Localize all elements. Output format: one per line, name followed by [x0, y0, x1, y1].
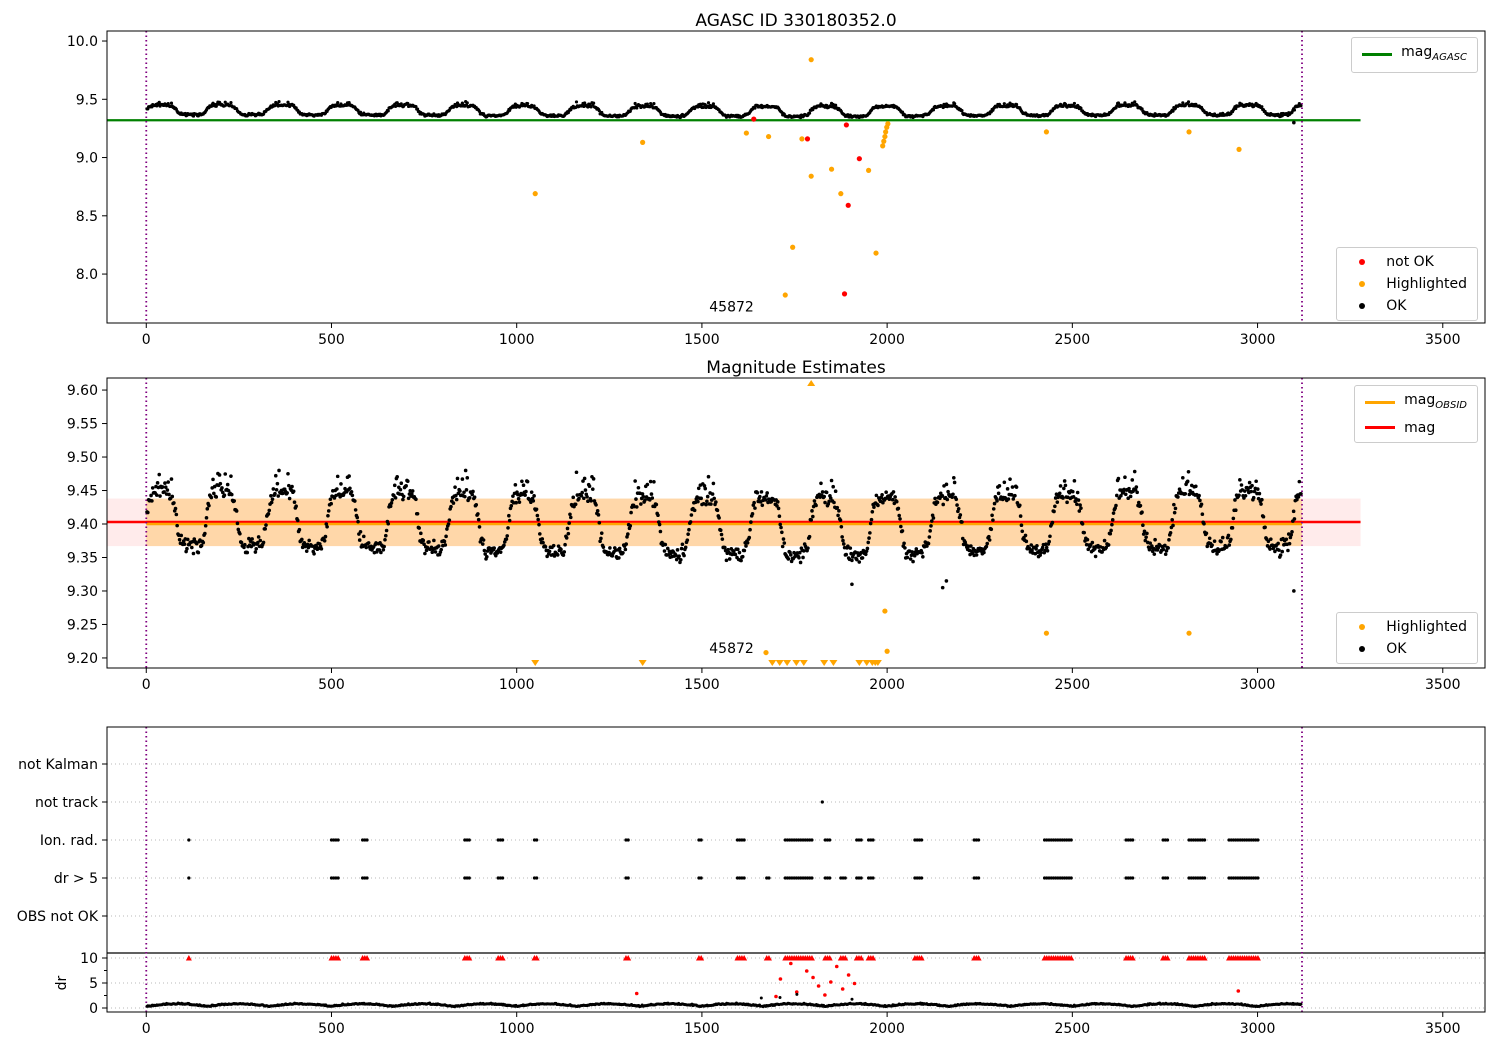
- svg-text:0: 0: [142, 1021, 151, 1037]
- legend-item-ok: OK: [1347, 297, 1467, 315]
- svg-text:9.5: 9.5: [76, 92, 98, 108]
- svg-text:2000: 2000: [869, 332, 905, 348]
- svg-text:9.25: 9.25: [67, 617, 98, 633]
- svg-text:9.30: 9.30: [67, 584, 98, 600]
- svg-text:500: 500: [318, 677, 345, 693]
- legend-item-highlighted: Highlighted: [1347, 618, 1467, 636]
- svg-text:2000: 2000: [869, 677, 905, 693]
- legend-label: OK: [1386, 641, 1407, 657]
- svg-text:1000: 1000: [499, 677, 535, 693]
- legend-label: Highlighted: [1386, 276, 1467, 292]
- legend-label: magAGASC: [1401, 44, 1467, 63]
- top-plot-title: AGASC ID 330180352.0: [695, 11, 897, 31]
- legend-label: magOBSID: [1404, 392, 1467, 411]
- legend-line-swatch-icon: [1362, 53, 1393, 57]
- svg-text:9.60: 9.60: [67, 383, 98, 399]
- svg-text:2500: 2500: [1055, 1021, 1091, 1037]
- legend-mid-lines: magOBSID mag: [1354, 385, 1478, 443]
- legend-dot-swatch-icon: [1347, 624, 1377, 630]
- legend-label: OK: [1386, 298, 1407, 314]
- svg-text:3000: 3000: [1240, 332, 1276, 348]
- legend-dot-swatch-icon: [1347, 646, 1377, 652]
- svg-text:5: 5: [89, 976, 98, 992]
- legend-item-ok: OK: [1347, 640, 1467, 658]
- svg-text:0: 0: [89, 1001, 98, 1017]
- legend-top-status: not OK Highlighted OK: [1336, 247, 1478, 321]
- legend-item-not-ok: not OK: [1347, 253, 1467, 271]
- legend-item-mag-agasc: magAGASC: [1362, 43, 1467, 67]
- legend-label: Highlighted: [1386, 619, 1467, 635]
- svg-text:1000: 1000: [499, 1021, 535, 1037]
- figure-agasc-magnitude-report: 45872 0 500 1000 1500 2000 2500 3000 3500 8.0 8.5 9…: [0, 0, 1500, 1050]
- legend-label: not OK: [1386, 254, 1434, 270]
- svg-text:9.35: 9.35: [67, 550, 98, 566]
- svg-text:1500: 1500: [684, 1021, 720, 1037]
- svg-text:OBS not OK: OBS not OK: [17, 909, 99, 925]
- legend-item-highlighted: Highlighted: [1347, 275, 1467, 293]
- svg-text:3500: 3500: [1425, 1021, 1461, 1037]
- svg-text:9.40: 9.40: [67, 517, 98, 533]
- svg-text:9.45: 9.45: [67, 484, 98, 500]
- svg-text:1000: 1000: [499, 332, 535, 348]
- svg-text:3500: 3500: [1425, 332, 1461, 348]
- svg-text:dr: dr: [54, 975, 70, 990]
- svg-text:not track: not track: [35, 795, 99, 811]
- svg-text:8.5: 8.5: [76, 209, 98, 225]
- svg-text:0: 0: [142, 677, 151, 693]
- legend-dot-swatch-icon: [1347, 281, 1377, 287]
- svg-text:10: 10: [80, 951, 98, 967]
- svg-text:2500: 2500: [1055, 332, 1091, 348]
- svg-text:9.20: 9.20: [67, 651, 98, 667]
- svg-text:Ion. rad.: Ion. rad.: [40, 833, 98, 849]
- svg-text:45872: 45872: [709, 300, 754, 316]
- middle-plot-title: Magnitude Estimates: [706, 358, 886, 378]
- svg-text:3000: 3000: [1240, 1021, 1276, 1037]
- svg-text:0: 0: [142, 332, 151, 348]
- svg-text:1500: 1500: [684, 332, 720, 348]
- legend-dot-swatch-icon: [1347, 259, 1377, 265]
- svg-text:not Kalman: not Kalman: [18, 757, 98, 773]
- svg-text:8.0: 8.0: [76, 267, 98, 283]
- svg-text:9.0: 9.0: [76, 151, 98, 167]
- svg-text:45872: 45872: [709, 641, 754, 657]
- legend-label: mag: [1404, 419, 1436, 436]
- svg-text:10.0: 10.0: [67, 34, 98, 50]
- svg-text:500: 500: [318, 1021, 345, 1037]
- svg-text:2500: 2500: [1055, 677, 1091, 693]
- legend-item-mag: mag: [1365, 419, 1467, 437]
- svg-text:500: 500: [318, 332, 345, 348]
- legend-mid-status: Highlighted OK: [1336, 612, 1478, 664]
- svg-text:9.50: 9.50: [67, 450, 98, 466]
- legend-line-swatch-icon: [1365, 401, 1396, 405]
- svg-text:dr > 5: dr > 5: [54, 871, 98, 887]
- svg-text:3500: 3500: [1425, 677, 1461, 693]
- legend-dot-swatch-icon: [1347, 303, 1377, 309]
- legend-mag-agasc: magAGASC: [1351, 37, 1478, 73]
- svg-text:3000: 3000: [1240, 677, 1276, 693]
- svg-text:1500: 1500: [684, 677, 720, 693]
- svg-text:9.55: 9.55: [67, 417, 98, 433]
- charts-canvas: 458720 500 1000 1500 2000 2500 3000 35008.08.59…: [17, 30, 1486, 1037]
- legend-line-swatch-icon: [1365, 426, 1396, 430]
- legend-item-mag-obsid: magOBSID: [1365, 391, 1467, 415]
- svg-text:2000: 2000: [869, 1021, 905, 1037]
